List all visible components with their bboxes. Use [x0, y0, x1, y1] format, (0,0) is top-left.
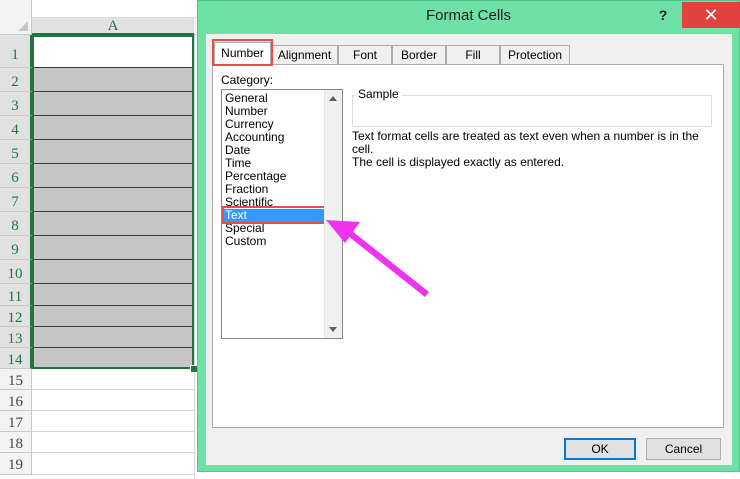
row-header[interactable]: 10	[0, 260, 32, 284]
column-divider	[194, 35, 195, 479]
dialog-client-area: Number Alignment Font Border Fill Protec…	[206, 34, 732, 465]
row-header[interactable]: 15	[0, 369, 32, 390]
row-header[interactable]: 9	[0, 236, 32, 260]
select-all-icon	[18, 21, 28, 31]
category-listbox[interactable]: General Number Currency Accounting Date …	[221, 89, 343, 339]
category-scrollbar[interactable]	[324, 90, 342, 338]
row-header[interactable]: 2	[0, 68, 32, 92]
format-cells-dialog: Format Cells ? ✕ Number Alignment Font B…	[197, 0, 740, 472]
cell-a19[interactable]	[32, 453, 194, 475]
row-header[interactable]: 18	[0, 432, 32, 453]
tab-fill[interactable]: Fill	[446, 45, 500, 64]
row-header[interactable]: 3	[0, 92, 32, 116]
scroll-up-icon[interactable]	[329, 96, 337, 101]
tab-alignment[interactable]: Alignment	[271, 45, 338, 64]
help-button[interactable]: ?	[653, 5, 673, 25]
row-header[interactable]: 4	[0, 116, 32, 140]
row-header[interactable]: 17	[0, 411, 32, 432]
selection-border	[32, 35, 194, 369]
tab-strip: Number Alignment Font Border Fill Protec…	[214, 42, 734, 65]
description-line: The cell is displayed exactly as entered…	[352, 155, 565, 169]
cell-a17[interactable]	[32, 411, 194, 432]
row-header[interactable]: 8	[0, 212, 32, 236]
cell-a15[interactable]	[32, 369, 194, 390]
row-header[interactable]: 5	[0, 140, 32, 164]
cancel-button[interactable]: Cancel	[646, 438, 721, 460]
tab-protection[interactable]: Protection	[500, 45, 570, 64]
close-button[interactable]: ✕	[682, 2, 740, 28]
number-tab-panel: Category: General Number Currency Accoun…	[212, 64, 724, 428]
row-header[interactable]: 7	[0, 188, 32, 212]
row-header[interactable]: 13	[0, 327, 32, 348]
row-header[interactable]: 6	[0, 164, 32, 188]
column-header-a[interactable]: A	[32, 18, 194, 35]
row-header[interactable]: 14	[0, 348, 32, 369]
text-category-highlight	[222, 206, 328, 224]
close-icon: ✕	[703, 5, 719, 25]
description-line: Text format cells are treated as text ev…	[352, 129, 699, 156]
cell-a18[interactable]	[32, 432, 194, 453]
category-item[interactable]: Custom	[224, 235, 327, 248]
row-header[interactable]: 1	[0, 35, 32, 68]
sample-box	[352, 95, 712, 127]
ok-button[interactable]: OK	[564, 438, 636, 460]
tab-font[interactable]: Font	[338, 45, 392, 64]
tab-number[interactable]: Number	[214, 42, 271, 65]
category-label: Category:	[221, 73, 274, 87]
row-header[interactable]: 19	[0, 453, 32, 475]
row-header[interactable]: 11	[0, 284, 32, 306]
sample-label: Sample	[356, 87, 401, 101]
row-header[interactable]: 16	[0, 390, 32, 411]
row-header[interactable]: 12	[0, 306, 32, 327]
select-all-corner[interactable]	[0, 0, 32, 35]
format-description: Text format cells are treated as text ev…	[352, 130, 720, 169]
tab-border[interactable]: Border	[392, 45, 446, 64]
cell-a16[interactable]	[32, 390, 194, 411]
scroll-down-icon[interactable]	[329, 327, 337, 332]
